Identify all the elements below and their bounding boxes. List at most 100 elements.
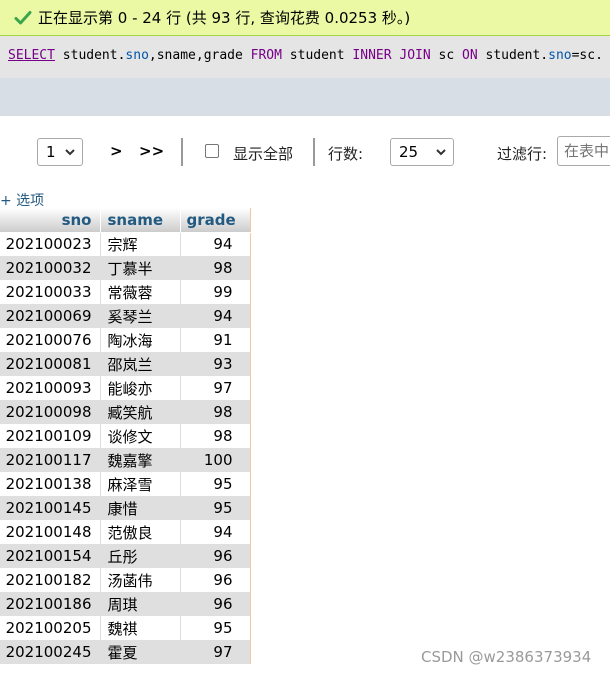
cell-sname: 宗辉	[100, 232, 181, 256]
last-page-button[interactable]: >>	[139, 142, 164, 160]
filter-rows-label: 过滤行:	[497, 145, 548, 163]
cell-sno: 202100205	[0, 616, 101, 640]
cell-sno: 202100109	[0, 424, 101, 448]
table-row[interactable]: 202100245 霍夏 97	[0, 640, 251, 664]
cell-grade: 98	[180, 424, 251, 448]
table-row[interactable]: 202100076 陶冰海 91	[0, 328, 251, 352]
cell-sno: 202100093	[0, 376, 101, 400]
cell-sname: 范傲良	[100, 520, 181, 544]
sql-column: sno	[548, 48, 572, 63]
cell-sname: 霍夏	[100, 640, 181, 664]
cell-sname: 魏嘉擎	[100, 448, 181, 472]
cell-sname: 陶冰海	[100, 328, 181, 352]
rows-per-page-select[interactable]: 25	[390, 138, 454, 166]
sql-keyword: INNER JOIN	[352, 48, 431, 63]
cell-grade: 94	[180, 304, 251, 328]
table-row[interactable]: 202100093 能峻亦 97	[0, 376, 251, 400]
options-link[interactable]: + 选项	[0, 190, 44, 210]
cell-sno: 202100069	[0, 304, 101, 328]
filter-rows-input[interactable]	[557, 136, 610, 166]
cell-sno: 202100098	[0, 400, 101, 424]
table-row[interactable]: 202100081 邵岚兰 93	[0, 352, 251, 376]
cell-grade: 99	[180, 280, 251, 304]
cell-sname: 谈修文	[100, 424, 181, 448]
cell-grade: 96	[180, 568, 251, 592]
next-page-button[interactable]: >	[110, 142, 123, 160]
show-all-checkbox[interactable]	[205, 144, 219, 158]
check-icon	[14, 10, 32, 24]
table-row[interactable]: 202100154 丘彤 96	[0, 544, 251, 568]
cell-grade: 96	[180, 544, 251, 568]
watermark: CSDN @w2386373934	[421, 648, 592, 666]
table-row[interactable]: 202100186 周琪 96	[0, 592, 251, 616]
divider	[181, 138, 183, 166]
cell-grade: 95	[180, 496, 251, 520]
table-row[interactable]: 202100182 汤菡伟 96	[0, 568, 251, 592]
divider	[313, 138, 315, 166]
cell-sname: 麻泽雪	[100, 472, 181, 496]
status-message: 正在显示第 0 - 24 行 (共 93 行, 查询花费 0.0253 秒。)	[38, 9, 411, 27]
cell-sname: 能峻亦	[100, 376, 181, 400]
cell-sname: 周琪	[100, 592, 181, 616]
cell-grade: 93	[180, 352, 251, 376]
column-header-sno[interactable]: sno	[0, 208, 101, 233]
table-row[interactable]: 202100023 宗辉 94	[0, 232, 251, 256]
table-row[interactable]: 202100138 麻泽雪 95	[0, 472, 251, 496]
table-row[interactable]: 202100145 康惜 95	[0, 496, 251, 520]
query-toolbar-strip	[0, 78, 610, 116]
cell-sname: 汤菡伟	[100, 568, 181, 592]
chevron-down-icon	[65, 149, 75, 156]
cell-grade: 97	[180, 640, 251, 664]
cell-sno: 202100186	[0, 592, 101, 616]
table-row[interactable]: 202100033 常薇蓉 99	[0, 280, 251, 304]
rows-select-value: 25	[399, 143, 419, 161]
cell-sno: 202100032	[0, 256, 101, 280]
results-table: sno sname grade 202100023 宗辉 94 202100032 丁…	[0, 208, 251, 664]
cell-sname: 魏祺	[100, 616, 181, 640]
cell-grade: 91	[180, 328, 251, 352]
sql-select-keyword[interactable]: SELECT	[8, 48, 55, 63]
cell-sname: 常薇蓉	[100, 280, 181, 304]
cell-sno: 202100117	[0, 448, 101, 472]
sql-token: =sc.	[571, 48, 603, 63]
cell-sno: 202100145	[0, 496, 101, 520]
cell-sname: 丘彤	[100, 544, 181, 568]
sql-token: student	[281, 48, 353, 63]
sql-column: sno	[125, 48, 149, 63]
cell-grade: 100	[180, 448, 251, 472]
table-row[interactable]: 202100098 臧笑航 98	[0, 400, 251, 424]
cell-grade: 96	[180, 592, 251, 616]
cell-sname: 臧笑航	[100, 400, 181, 424]
chevron-down-icon	[436, 149, 446, 156]
cell-sno: 202100023	[0, 232, 101, 256]
table-row[interactable]: 202100117 魏嘉擎 100	[0, 448, 251, 472]
cell-grade: 98	[180, 400, 251, 424]
cell-sno: 202100076	[0, 328, 101, 352]
cell-sname: 奚琴兰	[100, 304, 181, 328]
show-all-label: 显示全部	[233, 145, 294, 163]
cell-grade: 94	[180, 520, 251, 544]
sql-keyword: ON	[462, 48, 478, 63]
cell-sname: 康惜	[100, 496, 181, 520]
cell-grade: 98	[180, 256, 251, 280]
cell-grade: 94	[180, 232, 251, 256]
cell-sno: 202100148	[0, 520, 101, 544]
sql-token: student.	[54, 48, 126, 63]
table-row[interactable]: 202100205 魏祺 95	[0, 616, 251, 640]
cell-grade: 97	[180, 376, 251, 400]
page-select[interactable]: 1	[37, 138, 83, 166]
column-header-sname[interactable]: sname	[100, 208, 181, 233]
table-row[interactable]: 202100069 奚琴兰 94	[0, 304, 251, 328]
cell-grade: 95	[180, 616, 251, 640]
pagination-bar: 1 > >> 显示全部 行数: 25 过滤行:	[0, 132, 610, 172]
success-message-bar: 正在显示第 0 - 24 行 (共 93 行, 查询花费 0.0253 秒。)	[0, 0, 610, 36]
sql-token: ,sname,grade	[148, 48, 251, 63]
table-row[interactable]: 202100109 谈修文 98	[0, 424, 251, 448]
table-row[interactable]: 202100148 范傲良 94	[0, 520, 251, 544]
sql-token: student.	[477, 48, 549, 63]
cell-sno: 202100033	[0, 280, 101, 304]
table-header-row: sno sname grade	[0, 208, 251, 233]
table-row[interactable]: 202100032 丁慕半 98	[0, 256, 251, 280]
column-header-grade[interactable]: grade	[180, 208, 251, 233]
cell-sno: 202100245	[0, 640, 101, 664]
